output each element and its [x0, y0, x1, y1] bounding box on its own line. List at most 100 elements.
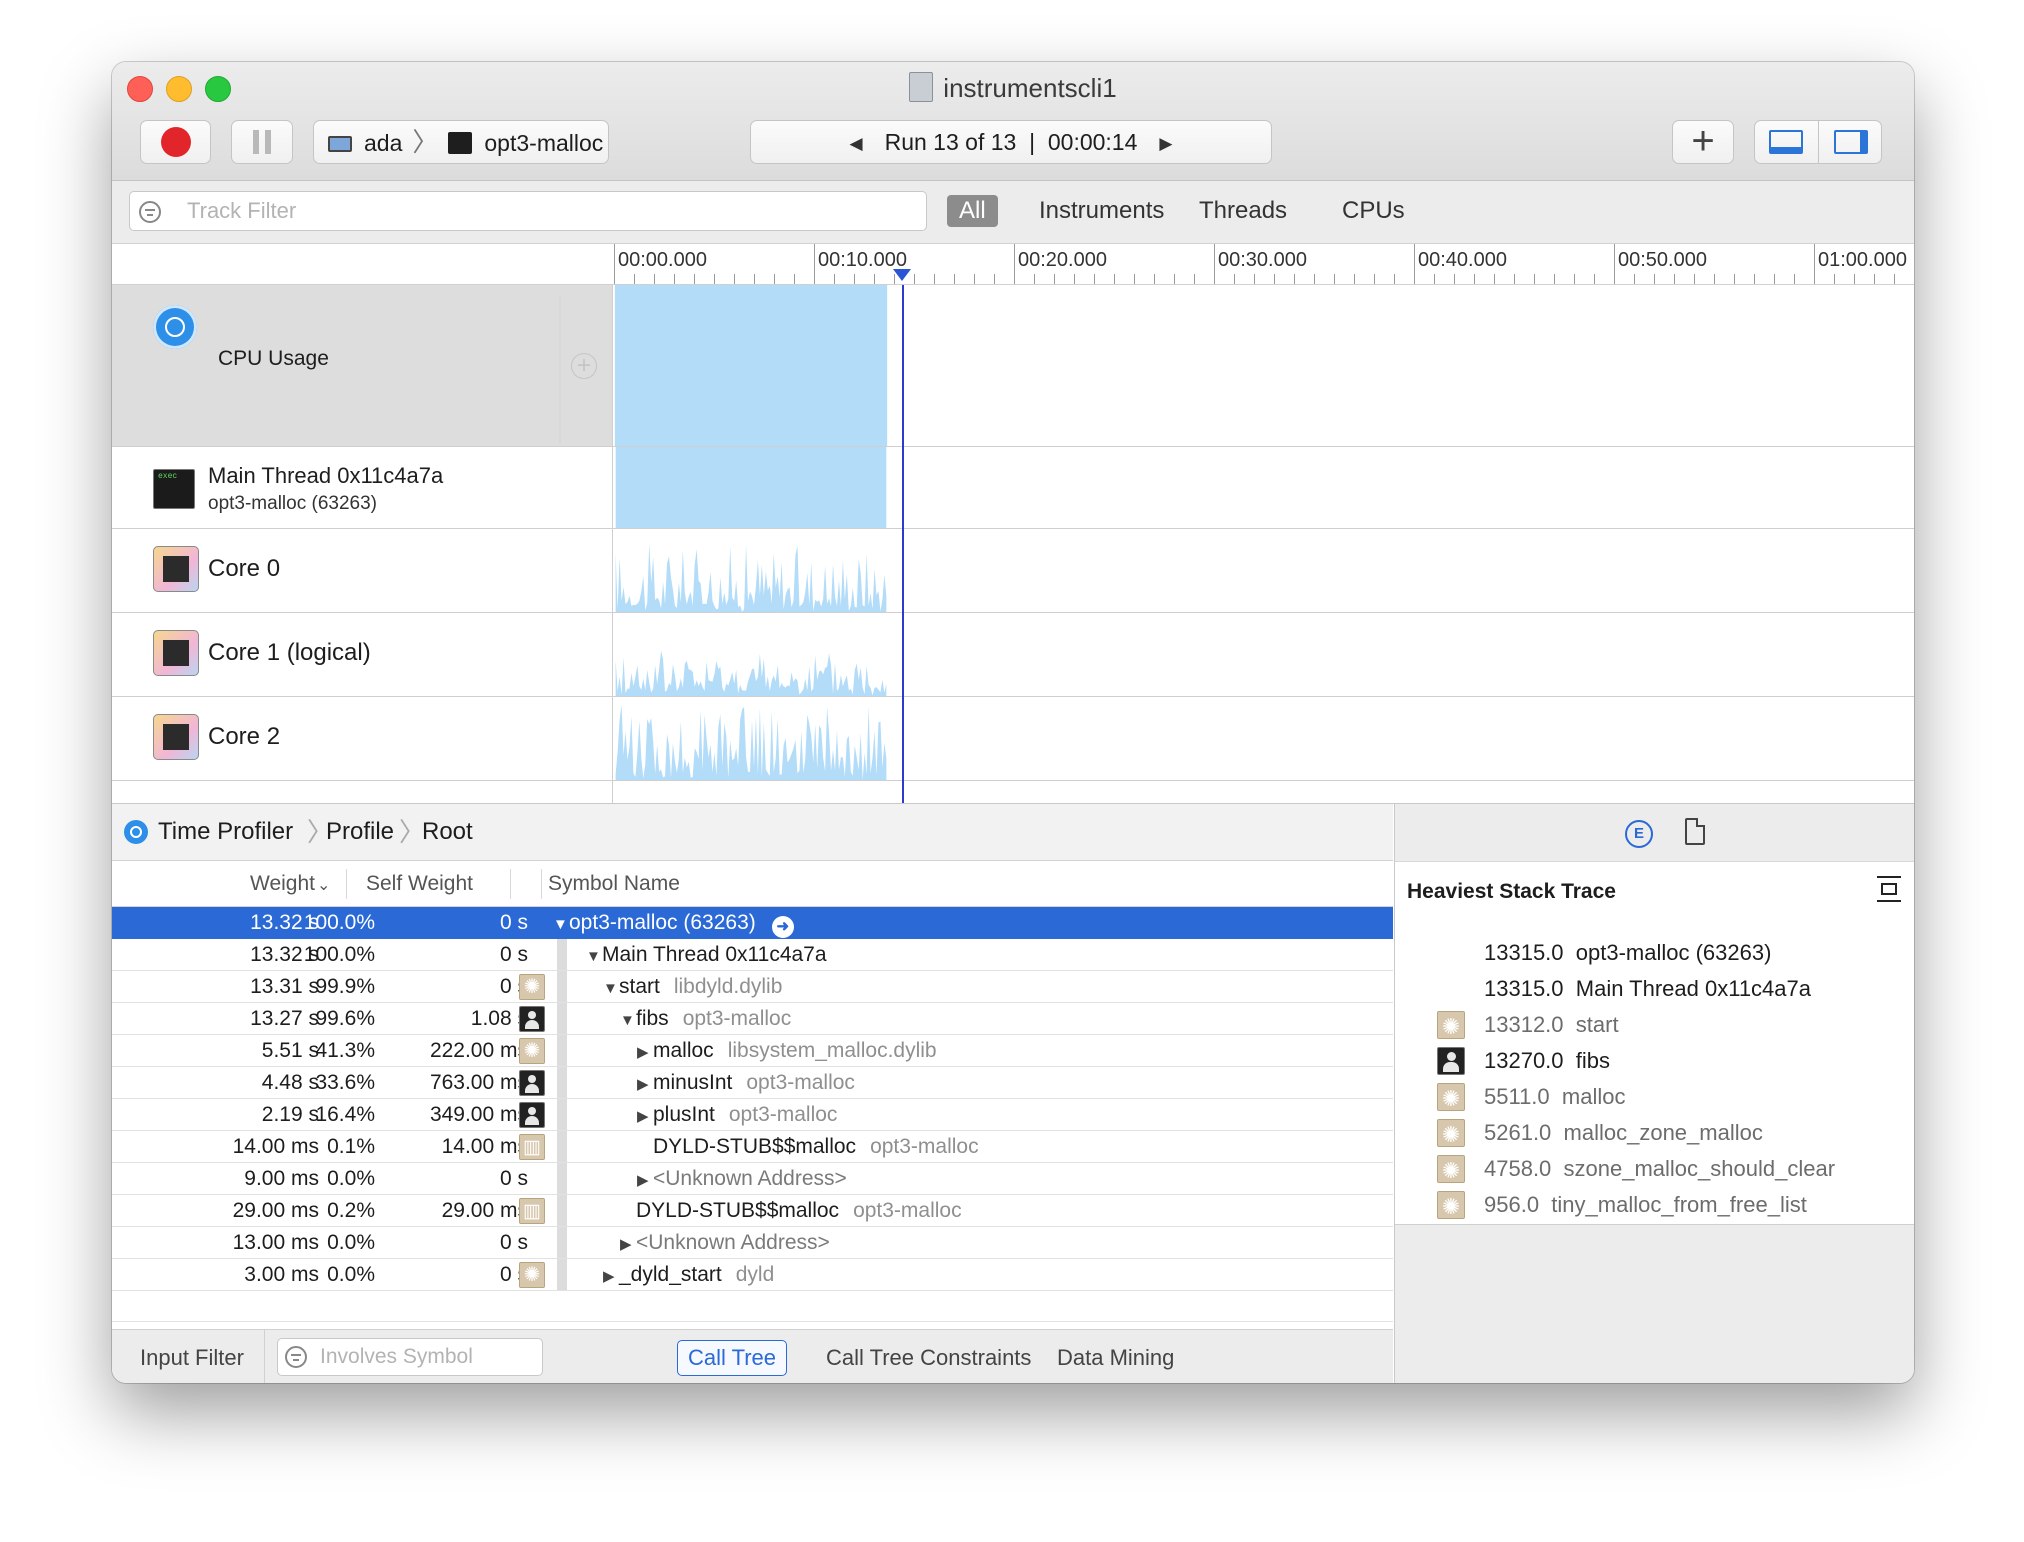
ruler-tick-label: 01:00.000 [1818, 249, 1907, 271]
row-gutter [557, 939, 567, 970]
add-track-icon[interactable]: + [571, 353, 597, 379]
table-row[interactable]: 2.19 s 16.4% 349.00 ms ▶ plusInt opt3-malloc [112, 1099, 1393, 1131]
disclosure-collapsed-icon[interactable]: ▶ [620, 1229, 636, 1260]
symbol-name: <Unknown Address> [636, 1231, 830, 1254]
inspector-pane: E Heaviest Stack Trace 13315.0 opt3-mall… [1394, 804, 1914, 1383]
stack-frame[interactable]: 13312.0 start [1395, 1007, 1914, 1045]
frame-name: szone_malloc_should_clear [1563, 1156, 1836, 1181]
weight-value: 4.48 s [261, 1071, 319, 1094]
ruler-minor-tick [1374, 274, 1375, 284]
table-row[interactable]: 29.00 ms 0.2% 29.00 ms DYLD-STUB$$malloc opt… [112, 1195, 1393, 1227]
disclosure-collapsed-icon[interactable]: ▶ [637, 1165, 653, 1196]
ruler-minor-tick [894, 274, 895, 284]
column-self-weight[interactable]: Self Weight [366, 861, 473, 906]
disclosure-collapsed-icon[interactable]: ▶ [603, 1261, 619, 1292]
self-weight-value: 0 s [499, 943, 528, 966]
table-row[interactable]: 9.00 ms 0.0% 0 s ▶ <Unknown Address> [112, 1163, 1393, 1195]
record-button[interactable] [140, 120, 211, 164]
library-name: opt3-malloc [870, 1135, 979, 1158]
sample-count: 13270.0 [1484, 1048, 1564, 1073]
track-subtitle: opt3-malloc (63263) [208, 493, 377, 514]
disclosure-collapsed-icon[interactable]: ▶ [637, 1037, 653, 1068]
system-gear-icon [1437, 1117, 1465, 1153]
target-selector[interactable]: ada 〉 opt3-malloc [313, 120, 609, 164]
track-title: Core 0 [208, 555, 281, 582]
ruler-minor-tick [1874, 274, 1875, 284]
cpu-usage-icon [153, 305, 197, 349]
core-1-graph [615, 650, 887, 696]
column-weight[interactable]: Weight ⌄ [250, 861, 330, 908]
inspector-toggle-icon[interactable] [1834, 130, 1868, 154]
ruler-tick-label: 00:40.000 [1418, 249, 1507, 271]
stack-frame[interactable]: 5511.0 malloc [1395, 1079, 1914, 1117]
column-symbol-name[interactable]: Symbol Name [548, 861, 680, 906]
row-gutter [557, 1195, 567, 1226]
add-instrument-button[interactable]: + [1672, 120, 1734, 164]
ruler-minor-tick [1154, 274, 1155, 284]
self-weight-value: 29.00 ms [441, 1199, 528, 1222]
call-tree-button[interactable]: Call Tree [677, 1340, 788, 1376]
disclosure-expanded-icon[interactable]: ▼ [620, 1005, 636, 1036]
playhead[interactable] [902, 285, 904, 803]
stack-frame[interactable]: 13315.0 Main Thread 0x11c4a7a [1395, 971, 1914, 1007]
table-row[interactable]: 13.32 s 100.0% 0 s ▼Main Thread 0x11c4a7a [112, 939, 1393, 971]
table-row[interactable]: 14.00 ms 0.1% 14.00 ms DYLD-STUB$$malloc opt… [112, 1131, 1393, 1163]
ruler-minor-tick [754, 274, 755, 284]
track-core-1[interactable]: Core 1 (logical) [112, 613, 1914, 697]
involves-symbol-input[interactable]: Involves Symbol [277, 1338, 543, 1376]
pause-button[interactable] [231, 120, 293, 164]
disclosure-expanded-icon[interactable]: ▼ [586, 941, 602, 972]
track-core-2[interactable]: Core 2 [112, 697, 1914, 781]
table-row[interactable]: 13.27 s 99.6% 1.08 s ▼fibs opt3-malloc [112, 1003, 1393, 1035]
track-label: Main Thread 0x11c4a7a opt3-malloc (63263… [112, 447, 613, 528]
time-profiler-icon [124, 820, 148, 844]
disclosure-expanded-icon[interactable]: ▼ [603, 973, 619, 1004]
ruler-minor-tick [1694, 274, 1695, 284]
table-row[interactable]: 13.00 ms 0.0% 0 s ▶ <Unknown Address> [112, 1227, 1393, 1259]
weight-percent: 99.6% [315, 1007, 375, 1030]
breadcrumb-time-profiler[interactable]: Time Profiler [158, 804, 293, 860]
scope-threads[interactable]: Threads [1187, 195, 1299, 227]
table-row[interactable]: 3.00 ms0.0%0 s▶_dyld_startdyld [112, 1259, 1393, 1291]
stack-frame[interactable]: 13270.0 fibs [1395, 1043, 1914, 1079]
table-row[interactable]: 4.48 s 33.6% 763.00 ms ▶ minusInt opt3-malloc [112, 1067, 1393, 1099]
extended-detail-icon[interactable]: E [1625, 820, 1653, 848]
inspector-title: Heaviest Stack Trace [1407, 880, 1616, 903]
symbol-name: <Unknown Address> [653, 1167, 847, 1190]
data-mining-button[interactable]: Data Mining [1057, 1330, 1174, 1383]
breadcrumb-root[interactable]: Root [422, 804, 473, 860]
track-cpu-usage[interactable]: CPU Usage + [112, 285, 1914, 447]
document-icon[interactable] [1685, 818, 1705, 845]
bottom-pane-toggle-icon[interactable] [1769, 130, 1803, 154]
table-row[interactable]: 13.32 s 100.0% 0 s ▼opt3-malloc (63263) ➜ [112, 907, 1393, 939]
disclosure-expanded-icon[interactable]: ▼ [553, 909, 569, 940]
stack-frame[interactable]: 956.0 tiny_malloc_from_free_list [1395, 1187, 1914, 1225]
next-run-arrow-icon[interactable]: ▶ [1159, 123, 1172, 165]
filter-bar: Track Filter All Instruments Threads CPU… [112, 181, 1914, 244]
stack-frame[interactable]: 5261.0 malloc_zone_malloc [1395, 1115, 1914, 1153]
breadcrumb-profile[interactable]: Profile [326, 804, 394, 860]
ruler-minor-tick [1574, 274, 1575, 284]
ruler-minor-tick [1094, 274, 1095, 284]
previous-run-arrow-icon[interactable]: ◀ [850, 123, 863, 165]
stack-frame[interactable]: 4758.0 szone_malloc_should_clear [1395, 1151, 1914, 1189]
track-core-0[interactable]: Core 0 [112, 529, 1914, 613]
ruler-minor-tick [654, 274, 655, 284]
track-main-thread[interactable]: Main Thread 0x11c4a7a opt3-malloc (63263… [112, 447, 1914, 529]
disclosure-collapsed-icon[interactable]: ▶ [637, 1069, 653, 1100]
scope-all[interactable]: All [947, 195, 998, 227]
timeline-ruler[interactable]: 00:00.000 00:10.000 00:20.000 00:30.000 00:4… [112, 244, 1914, 285]
ruler-minor-tick [1634, 274, 1635, 284]
frame-name: opt3-malloc (63263) [1575, 940, 1772, 965]
table-row[interactable]: 5.51 s41.3% 222.00 ms ▶malloc libsystem_mal… [112, 1035, 1393, 1067]
table-row[interactable]: 13.31 s99.9%0 s▼startlibdyld.dylib [112, 971, 1393, 1003]
track-filter-input[interactable]: Track Filter [129, 191, 927, 231]
scope-instruments[interactable]: Instruments [1027, 195, 1176, 227]
call-tree-constraints-button[interactable]: Call Tree Constraints [826, 1330, 1031, 1383]
scope-cpus[interactable]: CPUs [1330, 195, 1417, 227]
collapse-icon[interactable] [1877, 876, 1901, 902]
disclosure-collapsed-icon[interactable]: ▶ [637, 1101, 653, 1132]
track-area: CPU Usage + Main Thread 0x11c4a7a opt3-m… [112, 285, 1914, 803]
go-to-arrow-icon[interactable]: ➜ [771, 916, 794, 938]
stack-frame[interactable]: 13315.0 opt3-malloc (63263) [1395, 935, 1914, 971]
